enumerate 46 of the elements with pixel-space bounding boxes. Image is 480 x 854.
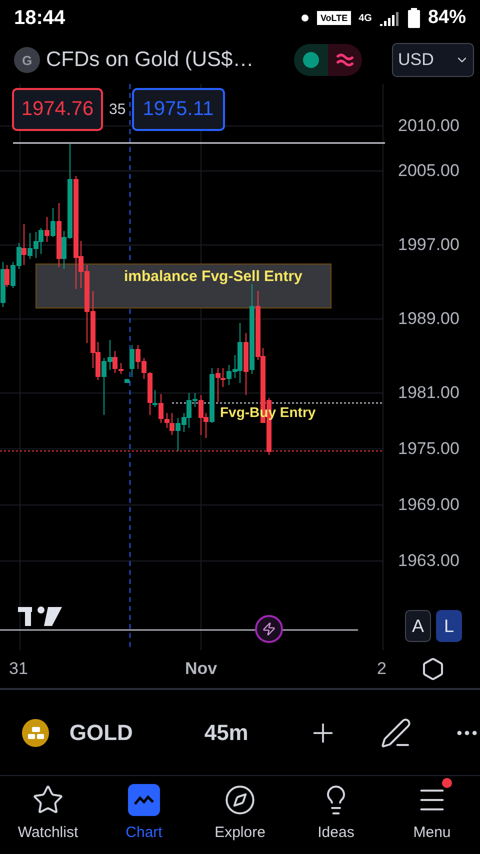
spread-value: 35 xyxy=(109,101,126,118)
battery-icon xyxy=(408,8,420,28)
sell-price-button[interactable]: 1974.76 xyxy=(12,88,103,131)
settings-icon xyxy=(421,657,445,681)
price-axis-label: 2010.00 xyxy=(398,116,460,136)
price-axis-label: 1963.00 xyxy=(398,551,460,571)
price-axis-label: 1997.00 xyxy=(398,235,460,255)
time-axis-label: 2 xyxy=(377,659,386,679)
lightning-icon xyxy=(262,622,276,636)
price-axis-label: 1989.00 xyxy=(398,309,460,329)
scale-button[interactable]: L xyxy=(436,610,462,642)
scale-button[interactable]: A xyxy=(405,610,431,642)
pen-icon[interactable] xyxy=(380,716,412,748)
price-axis-label: 1975.00 xyxy=(398,439,460,459)
time-axis-label: 31 xyxy=(9,659,28,679)
star-icon xyxy=(32,784,64,816)
interval-button[interactable]: 45m xyxy=(204,720,308,746)
network-badge: VoLTE xyxy=(317,11,351,25)
price-axis-label: 1969.00 xyxy=(398,495,460,515)
logo-icon xyxy=(18,606,62,626)
nav-tab[interactable]: Explore xyxy=(192,776,288,854)
settings-button[interactable] xyxy=(421,657,445,681)
wave-icon xyxy=(336,53,354,67)
market-status-toggle[interactable] xyxy=(294,44,362,76)
signal-icon xyxy=(380,10,400,26)
clock-time: 18:44 xyxy=(14,6,66,30)
price-axis-label: 1981.00 xyxy=(398,383,460,403)
symbol-avatar: G xyxy=(14,47,40,73)
nav-tab[interactable]: Chart xyxy=(96,776,192,854)
dot-icon xyxy=(301,14,310,22)
nav-tab[interactable]: Menu xyxy=(384,776,480,854)
compass-icon xyxy=(224,784,256,816)
nav-tab[interactable]: Ideas xyxy=(288,776,384,854)
symbol-button[interactable]: GOLD xyxy=(69,720,204,746)
symbol-title[interactable]: CFDs on Gold (US$… xyxy=(46,48,284,72)
price-axis-label: 2005.00 xyxy=(398,161,460,181)
annotation-text: imbalance Fvg-Sell Entry xyxy=(124,268,302,285)
currency-dropdown[interactable]: USD xyxy=(392,43,474,77)
ingots-icon xyxy=(22,718,50,746)
lightning-button[interactable] xyxy=(255,615,283,643)
network-type: 4G xyxy=(358,12,372,24)
battery-percentage: 84% xyxy=(428,7,466,29)
status-dot-icon xyxy=(303,52,319,68)
nav-tab[interactable]: Watchlist xyxy=(0,776,96,854)
time-axis-label: Nov xyxy=(185,659,218,679)
buy-price-button[interactable]: 1975.11 xyxy=(132,88,225,131)
